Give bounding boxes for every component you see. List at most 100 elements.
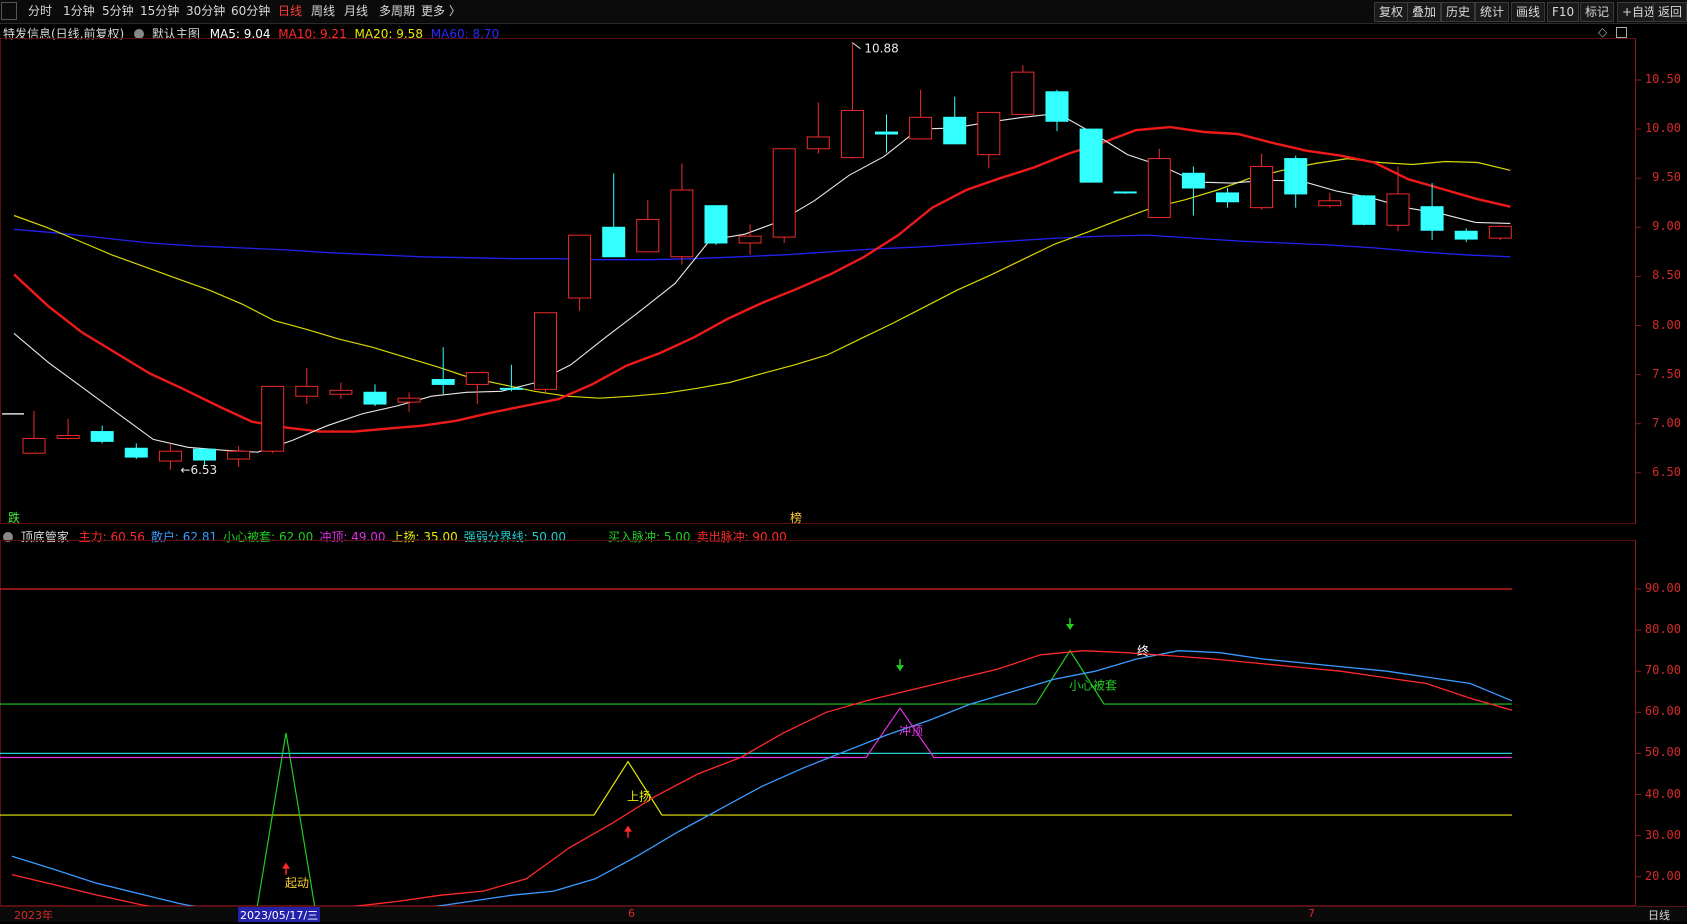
candle	[1454, 228, 1478, 243]
candle	[329, 382, 353, 400]
candle-body	[636, 218, 660, 253]
candle-body	[431, 379, 455, 385]
price-axis-label: 7.50	[1652, 366, 1681, 381]
top-rush-line	[0, 707, 1512, 759]
candle-body	[806, 136, 830, 150]
candle	[1181, 166, 1205, 216]
period-tab-10[interactable]: 更多 〉	[419, 3, 463, 20]
candle	[431, 347, 455, 395]
main-force-line	[11, 650, 1513, 906]
candle-body	[465, 372, 489, 385]
candle-body	[124, 447, 148, 458]
candle-body	[840, 109, 864, 159]
candle-body	[670, 189, 694, 258]
candle-body	[1181, 172, 1205, 189]
candle	[1284, 155, 1308, 208]
trap-warning-line	[0, 649, 1512, 705]
candle-body	[602, 226, 626, 258]
toolbar-button-8[interactable]: 返回	[1653, 2, 1687, 22]
candle-body	[1488, 225, 1512, 239]
candle	[1113, 191, 1137, 194]
trap-label: 小心被套	[1069, 679, 1117, 693]
candle	[1250, 153, 1274, 210]
cursor-date: 2023/05/17/三	[238, 907, 321, 922]
period-tab-3[interactable]: 15分钟	[138, 3, 181, 20]
indicator-axis-label: 60.00	[1644, 704, 1681, 719]
candle-body	[295, 385, 319, 397]
candle-body	[704, 205, 728, 244]
qidong-label: 起动	[285, 876, 309, 890]
retail-line	[11, 650, 1513, 906]
candle-body	[977, 111, 1001, 156]
period-tab-4[interactable]: 30分钟	[184, 3, 227, 20]
month-6-label: 6	[628, 907, 635, 920]
candle-body	[772, 148, 796, 238]
candlestick-chart[interactable]: 10.88 ←6.53 跌 榜	[0, 38, 1687, 524]
candle	[363, 384, 387, 407]
period-tab-8[interactable]: 月线	[342, 3, 370, 20]
price-axis-label: 6.50	[1652, 464, 1681, 479]
toolbar-button-2[interactable]: 历史	[1441, 2, 1476, 22]
candle-body	[1011, 71, 1035, 115]
period-tab-1[interactable]: 1分钟	[61, 3, 97, 20]
candle	[1045, 89, 1069, 132]
toolbar-button-4[interactable]: 画线	[1511, 2, 1546, 22]
ma60-line	[13, 228, 1511, 261]
period-tab-7[interactable]: 周线	[309, 3, 337, 20]
buy-arrow-up-icon-head	[282, 862, 290, 869]
toolbar-button-6[interactable]: 标记	[1580, 2, 1615, 22]
candle	[1079, 128, 1103, 183]
toolbar-button-3[interactable]: 统计	[1475, 2, 1510, 22]
period-tab-9[interactable]: 多周期	[377, 3, 417, 20]
period-toolbar: 分时 1分钟 5分钟 15分钟 30分钟 60分钟 日线 周线 月线 多周期 更多 〉 复权 叠加 历史…	[0, 0, 1687, 24]
indicator-axis-label: 30.00	[1644, 827, 1681, 842]
price-axis-label: 10.50	[1644, 72, 1681, 86]
candle-body	[22, 437, 46, 454]
candle-body	[943, 116, 967, 145]
candle	[1318, 192, 1342, 208]
candle-body	[568, 234, 592, 299]
candle	[227, 446, 251, 467]
candle-body	[1284, 158, 1308, 195]
indicator-chart[interactable]: 起动始上扬冲顶小心被套终	[0, 540, 1687, 906]
candle	[568, 234, 592, 311]
period-tab-5[interactable]: 60分钟	[229, 3, 272, 20]
price-axis-label: 9.50	[1652, 170, 1681, 185]
price-axis-label: 8.00	[1652, 317, 1681, 332]
marker-bang: 榜	[790, 510, 802, 524]
price-axis-label: 7.00	[1652, 415, 1681, 430]
candle	[90, 425, 114, 444]
candle	[1352, 194, 1376, 226]
window-menu-icon[interactable]	[1, 2, 17, 20]
candle-body	[1113, 191, 1137, 194]
indicator-axis-label: 20.00	[1644, 868, 1681, 883]
candle-body	[1386, 193, 1410, 226]
candle	[397, 392, 421, 412]
candle-body	[909, 116, 933, 140]
candle	[875, 114, 898, 153]
period-tab-0[interactable]: 分时	[26, 3, 54, 20]
trap-arrow-down-icon-head	[1066, 624, 1074, 631]
candle-body	[534, 312, 557, 390]
candle-body	[1147, 158, 1171, 218]
toolbar-button-1[interactable]: 叠加	[1407, 2, 1442, 22]
toolbar-button-5[interactable]: F10	[1547, 2, 1580, 22]
candle-body	[1045, 91, 1069, 122]
toolbar-button-0[interactable]: 复权	[1374, 2, 1409, 22]
period-tab-6[interactable]: 日线	[276, 3, 304, 20]
indicator-frame	[0, 540, 1636, 906]
candle-body	[1250, 165, 1274, 209]
candle	[977, 111, 1001, 169]
candle-body	[1216, 192, 1239, 203]
panel-layout-icon[interactable]	[1616, 27, 1627, 38]
candle-body	[397, 397, 421, 403]
diamond-icon[interactable]: ◇	[1598, 25, 1607, 39]
period-tab-2[interactable]: 5分钟	[100, 3, 136, 20]
candle	[704, 205, 728, 245]
rise-arrow-up-icon-head	[624, 825, 632, 832]
candle	[636, 199, 660, 253]
indicator-axis-label: 90.00	[1644, 581, 1681, 595]
trap-arrow-down-icon	[1066, 618, 1074, 631]
shangyang-label: 上扬	[627, 789, 651, 804]
candle	[772, 148, 796, 244]
